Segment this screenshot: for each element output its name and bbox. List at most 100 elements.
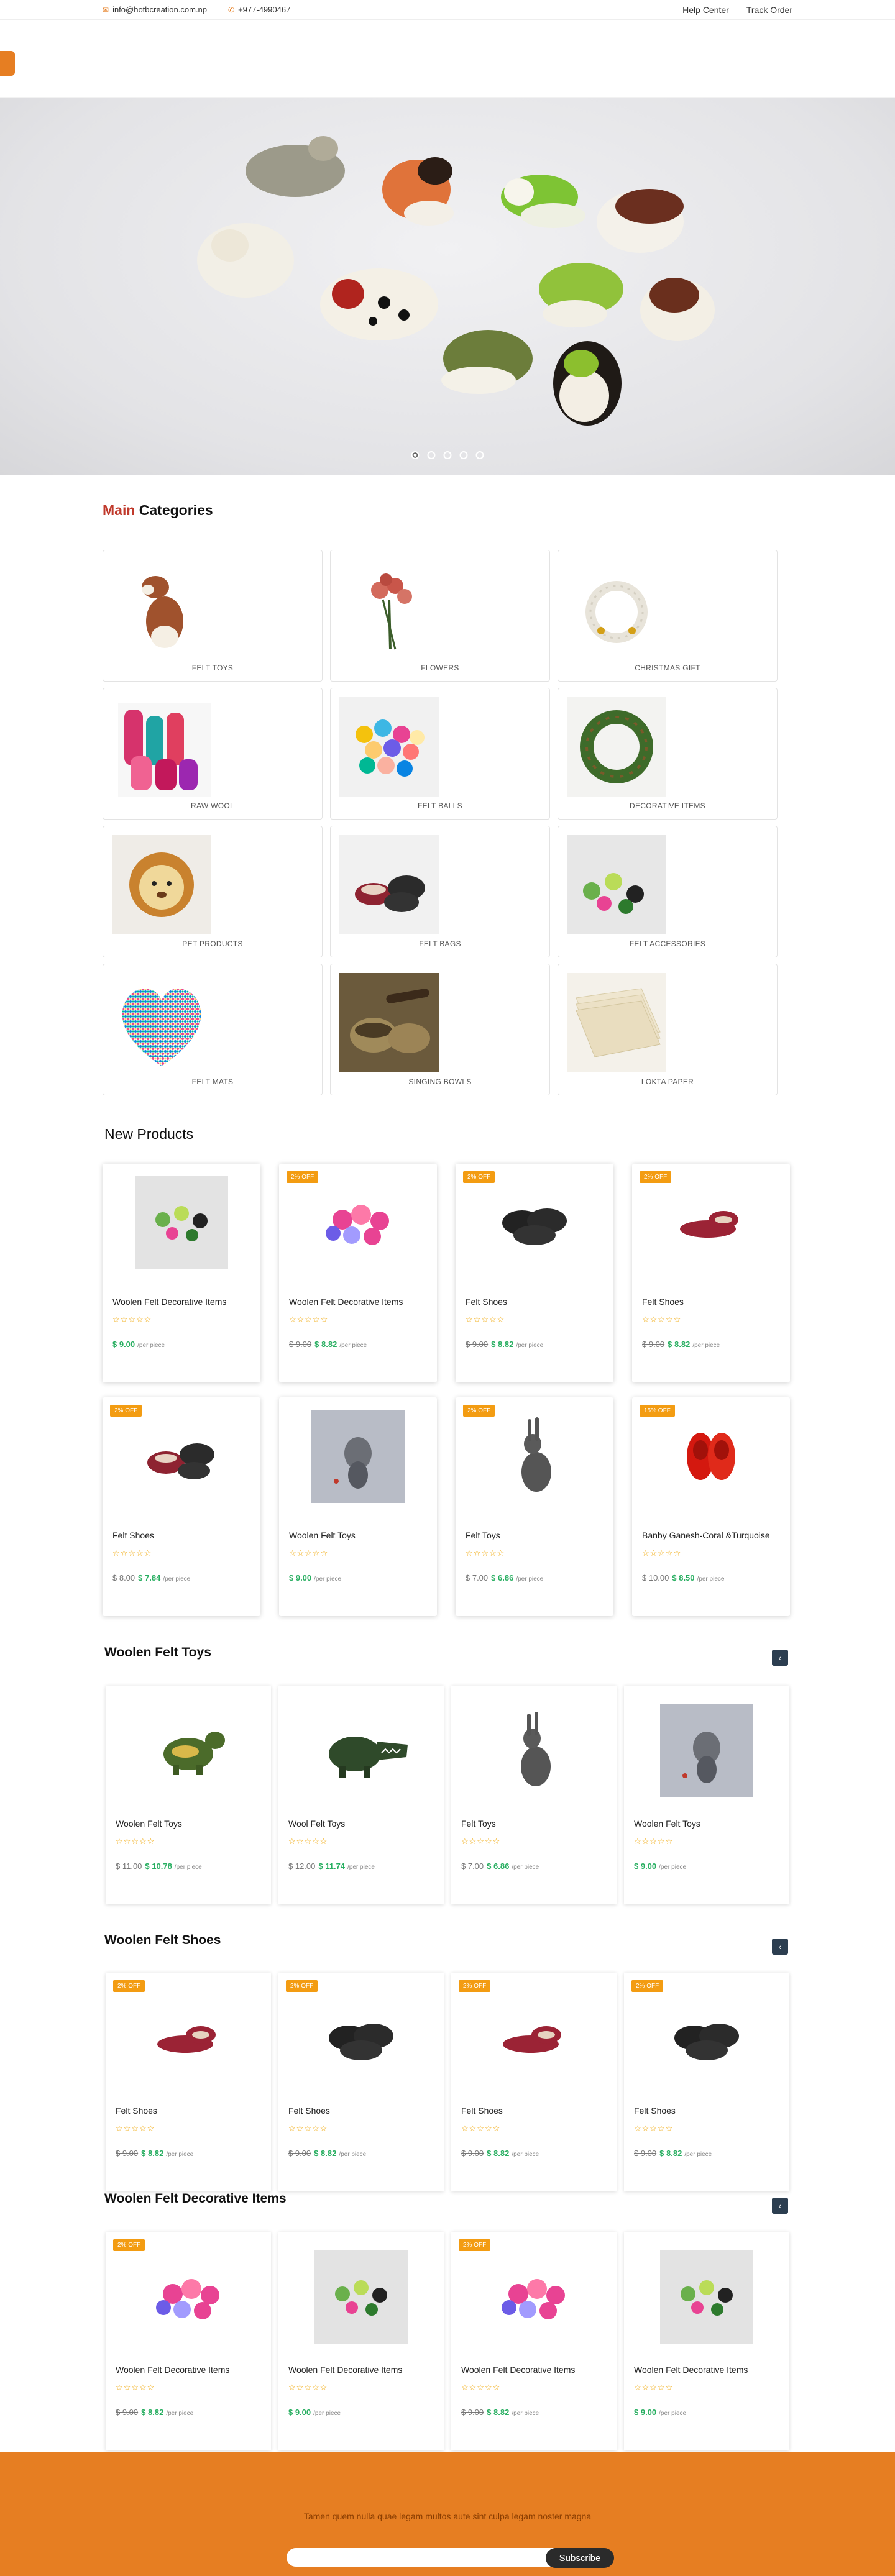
phone-contact[interactable]: ✆ +977-4990467 [228,5,290,14]
sale-price: $ 8.82 [141,2149,164,2158]
product-name[interactable]: Felt Shoes [288,2106,330,2116]
subscribe-button[interactable]: Subscribe [546,2548,614,2568]
product-card[interactable]: 2% OFF Felt Shoes ☆☆☆☆☆ $ 9.00 $ 8.82/per… [106,1973,271,2191]
product-name[interactable]: Felt Shoes [642,1297,684,1307]
envelope-icon: ✉ [103,5,109,14]
product-card[interactable]: Woolen Felt Decorative Items ☆☆☆☆☆ $ 9.0… [103,1164,260,1382]
category-grid: FELT TOYS FLOWERS CHRISTMAS GIFT RAW WOO… [103,550,778,1095]
price-unit: /per piece [512,1864,539,1871]
product-card[interactable]: Woolen Felt Decorative Items ☆☆☆☆☆ $ 9.0… [624,2232,789,2450]
sale-price: $ 8.82 [491,1340,514,1349]
category-label: SINGING BOWLS [408,1077,472,1086]
product-card[interactable]: 2% OFF Woolen Felt Decorative Items ☆☆☆☆… [279,1164,437,1382]
product-card[interactable]: Woolen Felt Toys ☆☆☆☆☆ $ 9.00/per piece [279,1397,437,1616]
product-name[interactable]: Woolen Felt Decorative Items [112,1297,226,1307]
help-center-link[interactable]: Help Center [682,5,729,15]
product-card[interactable]: 2% OFF Felt Shoes ☆☆☆☆☆ $ 8.00 $ 7.84/per… [103,1397,260,1616]
price-unit: /per piece [659,2410,687,2417]
original-price: $ 9.00 [461,2408,484,2417]
product-card[interactable]: 15% OFF Banby Ganesh-Coral &Turquoise ☆☆… [632,1397,790,1616]
slider-dot-4[interactable] [459,451,468,459]
product-card[interactable]: 2% OFF Woolen Felt Decorative Items ☆☆☆☆… [451,2232,617,2450]
rating-stars-icon: ☆☆☆☆☆ [642,1548,682,1558]
rating-stars-icon: ☆☆☆☆☆ [288,2124,328,2133]
product-name[interactable]: Felt Shoes [461,2106,503,2116]
product-card[interactable]: 2% OFF Woolen Felt Decorative Items ☆☆☆☆… [106,2232,271,2450]
product-card[interactable]: Woolen Felt Toys ☆☆☆☆☆ $ 9.00/per piece [624,1686,789,1904]
product-name[interactable]: Woolen Felt Decorative Items [116,2365,229,2375]
product-price: $ 12.00 $ 11.74/per piece [288,1861,375,1871]
product-card[interactable]: 2% OFF Felt Shoes ☆☆☆☆☆ $ 9.00 $ 8.82/per… [278,1973,444,2191]
product-card[interactable]: Wool Felt Toys ☆☆☆☆☆ $ 12.00 $ 11.74/per … [278,1686,444,1904]
product-name[interactable]: Woolen Felt Decorative Items [461,2365,575,2375]
product-name[interactable]: Felt Shoes [634,2106,676,2116]
prev-arrow-icon[interactable]: ‹ [772,1939,788,1955]
product-card[interactable]: 2% OFF Felt Shoes ☆☆☆☆☆ $ 9.00 $ 8.82/per… [456,1164,613,1382]
category-card[interactable]: FELT TOYS [103,550,323,682]
product-price: $ 9.00 $ 8.82/per piece [288,2149,366,2158]
prev-arrow-icon[interactable]: ‹ [772,2198,788,2214]
sale-price: $ 8.82 [314,1340,337,1349]
prev-arrow-icon[interactable]: ‹ [772,1650,788,1666]
price-unit: /per piece [339,1342,367,1349]
product-name[interactable]: Woolen Felt Toys [634,1819,700,1829]
rating-stars-icon: ☆☆☆☆☆ [461,2383,501,2392]
product-card[interactable]: 2% OFF Felt Toys ☆☆☆☆☆ $ 7.00 $ 6.86/per … [456,1397,613,1616]
product-price: $ 9.00 $ 8.82/per piece [642,1340,720,1349]
product-name[interactable]: Woolen Felt Toys [289,1530,356,1540]
track-order-link[interactable]: Track Order [746,5,792,15]
category-card[interactable]: LOKTA PAPER [558,964,778,1095]
product-name[interactable]: Felt Toys [466,1530,500,1540]
price-unit: /per piece [692,1342,720,1349]
category-card[interactable]: FELT BAGS [330,826,550,957]
slider-dot-3[interactable] [443,451,452,459]
product-name[interactable]: Woolen Felt Decorative Items [289,1297,403,1307]
email-contact[interactable]: ✉ info@hotbcreation.com.np [103,5,207,14]
category-label: FELT MATS [191,1077,234,1086]
slider-dots [411,451,484,459]
product-name[interactable]: Felt Toys [461,1819,496,1829]
heart-mat-icon [112,973,211,1072]
product-name[interactable]: Felt Shoes [466,1297,507,1307]
price-unit: /per piece [313,2410,341,2417]
price-unit: /per piece [166,2151,194,2158]
original-price: $ 9.00 [116,2149,139,2158]
category-card[interactable]: FELT BALLS [330,688,550,820]
product-card[interactable]: 2% OFF Felt Shoes ☆☆☆☆☆ $ 9.00 $ 8.82/per… [624,1973,789,2191]
product-card[interactable]: 2% OFF Felt Shoes ☆☆☆☆☆ $ 9.00 $ 8.82/per… [451,1973,617,2191]
product-card[interactable]: Felt Toys ☆☆☆☆☆ $ 7.00 $ 6.86/per piece [451,1686,617,1904]
category-card[interactable]: DECORATIVE ITEMS [558,688,778,820]
category-card[interactable]: PET PRODUCTS [103,826,323,957]
slider-dot-1[interactable] [411,451,420,459]
email-subscribe-input[interactable] [287,2548,554,2567]
category-card[interactable]: FELT MATS [103,964,323,1095]
category-card[interactable]: SINGING BOWLS [330,964,550,1095]
category-card[interactable]: RAW WOOL [103,688,323,820]
product-card[interactable]: Woolen Felt Decorative Items ☆☆☆☆☆ $ 9.0… [278,2232,444,2450]
product-price: $ 9.00/per piece [289,1573,341,1583]
rating-stars-icon: ☆☆☆☆☆ [634,2124,674,2133]
slider-dot-5[interactable] [475,451,484,459]
rating-stars-icon: ☆☆☆☆☆ [461,2124,501,2133]
original-price: $ 7.00 [461,1861,484,1871]
side-menu-tab[interactable] [0,51,15,76]
colorful-balls-icon [339,697,439,797]
product-card[interactable]: Woolen Felt Toys ☆☆☆☆☆ $ 11.00 $ 10.78/pe… [106,1686,271,1904]
category-card[interactable]: FELT ACCESSORIES [558,826,778,957]
lion-toy-icon [112,835,211,934]
product-image [488,1410,581,1503]
product-name[interactable]: Woolen Felt Toys [116,1819,182,1829]
product-price: $ 7.00 $ 6.86/per piece [461,1861,539,1871]
category-card[interactable]: FLOWERS [330,550,550,682]
product-card[interactable]: 2% OFF Felt Shoes ☆☆☆☆☆ $ 9.00 $ 8.82/per… [632,1164,790,1382]
product-name[interactable]: Woolen Felt Decorative Items [634,2365,748,2375]
product-name[interactable]: Wool Felt Toys [288,1819,345,1829]
product-name[interactable]: Banby Ganesh-Coral &Turquoise [642,1530,770,1540]
slider-dot-2[interactable] [427,451,436,459]
product-name[interactable]: Woolen Felt Decorative Items [288,2365,402,2375]
product-name[interactable]: Felt Shoes [116,2106,157,2116]
price-unit: /per piece [339,2151,367,2158]
category-card[interactable]: CHRISTMAS GIFT [558,550,778,682]
product-name[interactable]: Felt Shoes [112,1530,154,1540]
sale-price: $ 8.82 [487,2149,510,2158]
